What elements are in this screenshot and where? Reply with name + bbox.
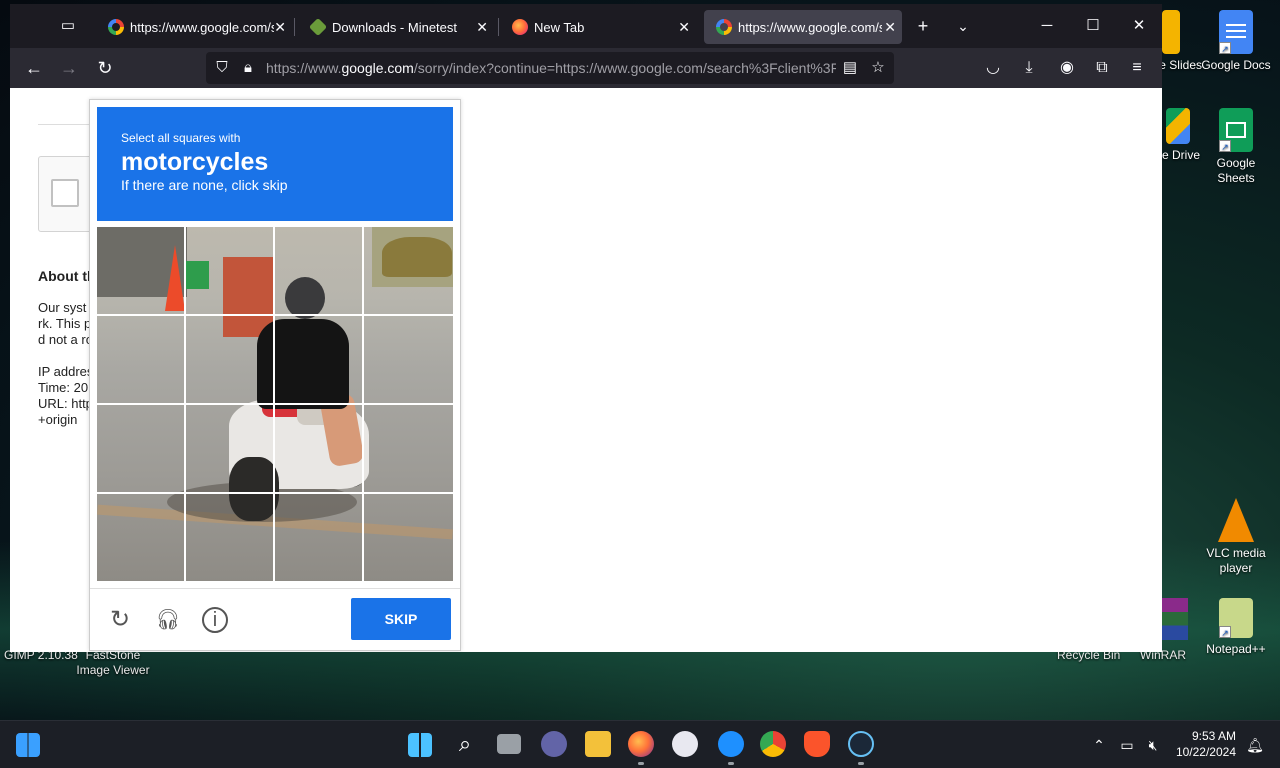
account-icon[interactable]: ◉ bbox=[1052, 53, 1082, 83]
desktop-icon-google-docs[interactable]: ↗ Google Docs bbox=[1200, 10, 1272, 73]
challenge-instruction: Select all squares with bbox=[121, 131, 241, 145]
start-icon[interactable] bbox=[408, 733, 432, 757]
downloads-icon[interactable]: ⤓ bbox=[1014, 53, 1044, 83]
url-line: URL: http bbox=[38, 396, 93, 411]
maximize-icon[interactable]: ☐ bbox=[1070, 8, 1116, 44]
challenge-footer: ↻ 🎧︎ i SKIP bbox=[90, 588, 460, 650]
explanation-line: d not a ro bbox=[38, 332, 93, 347]
clock-time: 9:53 AM bbox=[1191, 729, 1236, 743]
challenge-target: motorcycles bbox=[121, 148, 269, 176]
back-icon[interactable]: ← bbox=[19, 53, 49, 83]
notification-bell-icon[interactable]: 🔔︎ bbox=[1244, 733, 1266, 757]
taskbar: ⌕ ⌃ ▭ 🔇︎ 9:53 AM 10/22/2024 🔔︎ bbox=[0, 720, 1280, 768]
challenge-image bbox=[97, 227, 453, 581]
tab-google-active[interactable]: https://www.google.com/s ✕ bbox=[704, 10, 902, 44]
firefox-icon bbox=[512, 18, 528, 35]
tab-close-icon[interactable]: ✕ bbox=[274, 10, 286, 44]
reload-icon[interactable]: ↻ bbox=[90, 53, 120, 83]
lock-icon[interactable]: 🔒︎ bbox=[234, 52, 262, 84]
close-window-icon[interactable]: ✕ bbox=[1116, 8, 1162, 44]
minimize-icon[interactable]: ─ bbox=[1024, 8, 1070, 44]
task-view-icon[interactable] bbox=[497, 734, 521, 754]
app-taskbar-icon[interactable] bbox=[718, 731, 744, 757]
shortcut-arrow-icon: ↗ bbox=[1219, 140, 1231, 152]
running-indicator bbox=[728, 762, 734, 765]
pocket-icon[interactable]: ◡ bbox=[978, 53, 1008, 83]
vlc-icon bbox=[1218, 498, 1254, 542]
recaptcha-challenge-popup: Select all squares with motorcycles If t… bbox=[89, 99, 461, 651]
tab-close-icon[interactable]: ✕ bbox=[884, 10, 896, 44]
google-drive-icon bbox=[1166, 108, 1190, 144]
bookmark-star-icon[interactable]: ☆ bbox=[864, 52, 892, 84]
explanation-line: Our syst bbox=[38, 300, 87, 315]
google-icon bbox=[716, 18, 732, 35]
notepadpp-icon: ↗ bbox=[1219, 598, 1253, 638]
tab-google-1[interactable]: https://www.google.com/s ✕ bbox=[96, 10, 292, 44]
audio-challenge-icon[interactable]: 🎧︎ bbox=[154, 606, 182, 634]
recaptcha-checkbox[interactable] bbox=[51, 179, 79, 207]
reader-view-icon[interactable]: ▤ bbox=[836, 52, 864, 84]
shortcut-arrow-icon: ↗ bbox=[1219, 42, 1231, 54]
info-icon[interactable]: i bbox=[202, 607, 228, 633]
reload-challenge-icon[interactable]: ↻ bbox=[106, 606, 134, 634]
google-sheets-icon: ↗ bbox=[1219, 108, 1253, 152]
challenge-subtext: If there are none, click skip bbox=[121, 177, 288, 193]
page-content: About th Our syst rk. This p d not a ro … bbox=[10, 88, 1162, 652]
challenge-header: Select all squares with motorcycles If t… bbox=[97, 107, 453, 221]
network-icon[interactable]: ▭ bbox=[1116, 733, 1138, 757]
windows-start-icon[interactable] bbox=[16, 733, 40, 757]
firefox-taskbar-icon[interactable] bbox=[628, 731, 654, 757]
tab-minetest[interactable]: Downloads - Minetest ✕ bbox=[298, 10, 494, 44]
desktop-icon-google-sheets[interactable]: ↗ Google Sheets bbox=[1200, 108, 1272, 186]
list-all-tabs-icon[interactable]: ⌄ bbox=[948, 11, 978, 41]
url-line-cont: +origin bbox=[38, 412, 78, 427]
url-text[interactable]: https://www.google.com/sorry/index?conti… bbox=[266, 52, 836, 84]
firefox-window: ▭ https://www.google.com/s ✕ Downloads -… bbox=[10, 4, 1162, 652]
tab-close-icon[interactable]: ✕ bbox=[678, 10, 690, 44]
shortcut-arrow-icon: ↗ bbox=[1219, 626, 1231, 638]
desktop-icon-notepadpp[interactable]: ↗ Notepad++ bbox=[1200, 598, 1272, 657]
running-indicator bbox=[858, 762, 864, 765]
tab-bar: ▭ https://www.google.com/s ✕ Downloads -… bbox=[10, 4, 1162, 48]
clock[interactable]: 9:53 AM 10/22/2024 bbox=[1150, 728, 1236, 760]
navigation-toolbar: ← → ↻ ⛉ 🔒︎ https://www.google.com/sorry/… bbox=[10, 48, 1162, 88]
url-bar[interactable]: ⛉ 🔒︎ https://www.google.com/sorry/index?… bbox=[206, 52, 894, 84]
explanation-line: rk. This p bbox=[38, 316, 92, 331]
desktop-icon-vlc[interactable]: VLC media player bbox=[1200, 498, 1272, 576]
google-slides-icon bbox=[1162, 10, 1180, 54]
tab-separator bbox=[498, 18, 499, 36]
winrar-icon bbox=[1162, 598, 1188, 640]
about-heading: About th bbox=[38, 268, 96, 284]
clock-date: 10/22/2024 bbox=[1175, 745, 1236, 759]
shield-icon[interactable]: ⛉ bbox=[208, 52, 236, 84]
ip-address-line: IP addres bbox=[38, 364, 94, 379]
time-line: Time: 20 bbox=[38, 380, 89, 395]
extensions-icon[interactable]: ⧉ bbox=[1087, 53, 1117, 83]
brave-icon[interactable] bbox=[804, 731, 830, 757]
minetest-icon bbox=[308, 17, 328, 36]
google-icon bbox=[108, 18, 124, 35]
forward-icon[interactable]: → bbox=[54, 53, 84, 83]
firefox-view-icon[interactable]: ▭ bbox=[54, 14, 82, 38]
skip-button[interactable]: SKIP bbox=[351, 598, 451, 640]
chrome-icon[interactable] bbox=[760, 731, 786, 757]
tab-new-tab[interactable]: New Tab ✕ bbox=[500, 10, 696, 44]
chevron-up-icon[interactable]: ⌃ bbox=[1088, 733, 1110, 757]
search-icon[interactable]: ⌕ bbox=[452, 731, 478, 757]
desktop-icon-faststone-label[interactable]: FastStone Image Viewer bbox=[76, 648, 150, 678]
steam-icon[interactable] bbox=[848, 731, 874, 757]
menu-icon[interactable]: ≡ bbox=[1122, 53, 1152, 83]
tab-close-icon[interactable]: ✕ bbox=[476, 10, 488, 44]
itunes-icon[interactable] bbox=[672, 731, 698, 757]
tab-separator bbox=[294, 18, 295, 36]
file-explorer-icon[interactable] bbox=[585, 731, 611, 757]
teams-chat-icon[interactable] bbox=[541, 731, 567, 757]
running-indicator bbox=[638, 762, 644, 765]
new-tab-icon[interactable]: + bbox=[908, 11, 938, 41]
google-docs-icon: ↗ bbox=[1219, 10, 1253, 54]
